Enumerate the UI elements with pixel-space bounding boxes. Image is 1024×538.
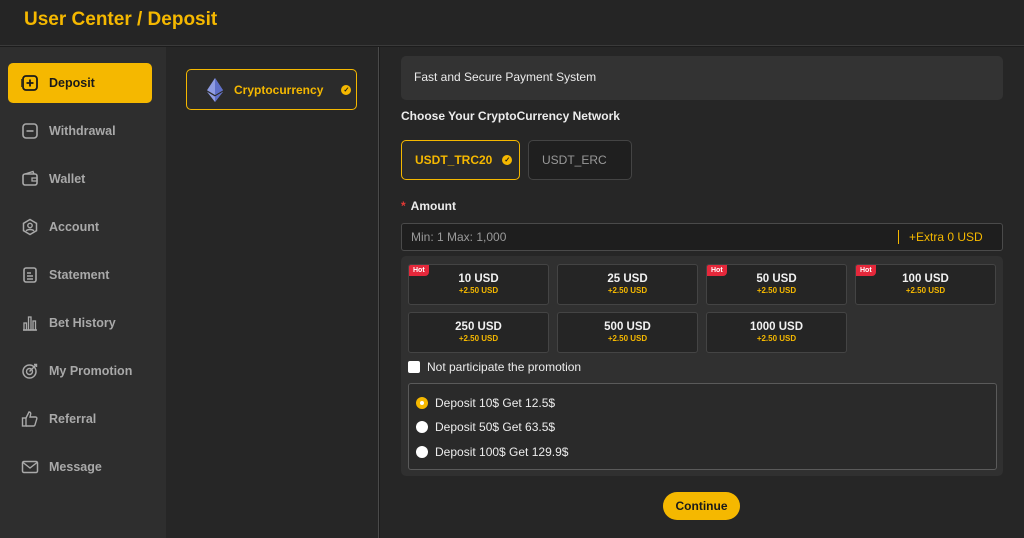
plus-square-icon	[21, 74, 39, 92]
network-label: USDT_TRC20	[415, 153, 493, 167]
radio-selected[interactable]	[416, 397, 428, 409]
required-asterisk: *	[401, 199, 406, 213]
amount-option-25[interactable]: 25 USD +2.50 USD	[557, 264, 698, 305]
not-participate-checkbox[interactable]	[408, 361, 420, 373]
statement-icon	[21, 266, 39, 284]
method-cryptocurrency-button[interactable]: Cryptocurrency ✓	[186, 69, 357, 110]
sidebar-item-label: Account	[49, 220, 99, 234]
sidebar-item-label: Statement	[49, 268, 110, 282]
sidebar-item-wallet[interactable]: Wallet	[8, 159, 152, 199]
amount-value: 100 USD	[902, 273, 949, 285]
network-label: USDT_ERC	[542, 153, 607, 167]
divider	[898, 230, 899, 244]
deposit-form: Fast and Secure Payment System Choose Yo…	[380, 47, 1024, 538]
amount-bonus: +2.50 USD	[607, 334, 648, 343]
hot-badge: Hot	[409, 265, 429, 276]
sidebar-item-withdrawal[interactable]: Withdrawal	[8, 111, 152, 151]
amount-value: 1000 USD	[749, 321, 804, 333]
amount-option-50[interactable]: Hot 50 USD +2.50 USD	[706, 264, 847, 305]
amount-value: 250 USD	[455, 321, 502, 333]
sidebar-item-account[interactable]: Account	[8, 207, 152, 247]
amount-label-text: Amount	[410, 199, 456, 213]
amount-bonus: +2.50 USD	[607, 286, 648, 295]
amount-option-100[interactable]: Hot 100 USD +2.50 USD	[855, 264, 996, 305]
promotion-label: Deposit 50$ Get 63.5$	[435, 420, 556, 434]
continue-button[interactable]: Continue	[663, 492, 740, 520]
minus-square-icon	[21, 122, 39, 140]
check-icon: ✓	[502, 155, 513, 165]
sidebar-item-referral[interactable]: Referral	[8, 399, 152, 439]
amount-value: 25 USD	[607, 273, 648, 285]
radio[interactable]	[416, 421, 428, 433]
network-usdt-erc-button[interactable]: USDT_ERC	[528, 140, 632, 180]
amount-options-panel: Hot 10 USD +2.50 USD 25 USD +2.50 USD Ho…	[401, 256, 1003, 476]
amount-bonus: +2.50 USD	[905, 286, 946, 295]
promotion-label: Deposit 100$ Get 129.9$	[435, 445, 569, 459]
sidebar-item-statement[interactable]: Statement	[8, 255, 152, 295]
payment-method-panel: Cryptocurrency ✓	[166, 47, 379, 538]
page-title: User Center / Deposit	[24, 9, 218, 30]
not-participate-label: Not participate the promotion	[427, 360, 582, 374]
promotion-options-box: Deposit 10$ Get 12.5$ Deposit 50$ Get 63…	[408, 383, 997, 470]
info-banner: Fast and Secure Payment System	[401, 56, 1003, 100]
wallet-icon	[21, 170, 39, 188]
amount-option-500[interactable]: 500 USD +2.50 USD	[557, 312, 698, 353]
amount-label: * Amount	[401, 199, 456, 213]
sidebar-item-label: Wallet	[49, 172, 86, 186]
amount-option-250[interactable]: 250 USD +2.50 USD	[408, 312, 549, 353]
extra-bonus-text: +Extra 0 USD	[909, 230, 983, 244]
promotion-option-100[interactable]: Deposit 100$ Get 129.9$	[416, 445, 568, 459]
radio[interactable]	[416, 446, 428, 458]
sidebar-item-label: Bet History	[49, 316, 116, 330]
hot-badge: Hot	[856, 265, 876, 276]
header-bar: User Center / Deposit	[0, 0, 1024, 46]
envelope-icon	[21, 458, 39, 476]
sidebar-item-label: Deposit	[49, 76, 95, 90]
sidebar-item-label: My Promotion	[49, 364, 133, 378]
amount-input[interactable]	[402, 224, 882, 250]
sidebar-item-message[interactable]: Message	[8, 447, 152, 487]
check-icon: ✓	[341, 84, 352, 95]
amount-value: 500 USD	[604, 321, 651, 333]
promotion-option-50[interactable]: Deposit 50$ Get 63.5$	[416, 420, 555, 434]
account-icon	[21, 218, 39, 236]
amount-bonus: +2.50 USD	[756, 286, 797, 295]
promotion-label: Deposit 10$ Get 12.5$	[435, 396, 556, 410]
sidebar-item-my-promotion[interactable]: My Promotion	[8, 351, 152, 391]
amount-option-1000[interactable]: 1000 USD +2.50 USD	[706, 312, 847, 353]
method-label: Cryptocurrency	[234, 82, 324, 97]
sidebar-item-label: Message	[49, 460, 102, 474]
sidebar-item-label: Withdrawal	[49, 124, 116, 138]
amount-bonus: +2.50 USD	[756, 334, 797, 343]
sidebar-item-label: Referral	[49, 412, 97, 426]
sidebar-item-bet-history[interactable]: Bet History	[8, 303, 152, 343]
thumbs-up-icon	[21, 410, 39, 428]
hot-badge: Hot	[707, 265, 727, 276]
amount-bonus: +2.50 USD	[458, 334, 499, 343]
amount-value: 10 USD	[458, 273, 499, 285]
amount-value: 50 USD	[756, 273, 797, 285]
network-title: Choose Your CryptoCurrency Network	[401, 109, 620, 123]
bar-chart-icon	[21, 314, 39, 332]
ethereum-icon	[205, 77, 225, 102]
promotion-option-10[interactable]: Deposit 10$ Get 12.5$	[416, 396, 555, 410]
target-icon	[21, 362, 39, 380]
amount-option-10[interactable]: Hot 10 USD +2.50 USD	[408, 264, 549, 305]
sidebar: Deposit Withdrawal Wallet Account Statem…	[0, 47, 166, 538]
network-usdt-trc20-button[interactable]: USDT_TRC20 ✓	[401, 140, 520, 180]
sidebar-item-deposit[interactable]: Deposit	[8, 63, 152, 103]
amount-field: +Extra 0 USD	[401, 223, 1003, 251]
not-participate-checkbox-row[interactable]: Not participate the promotion	[408, 360, 581, 374]
amount-bonus: +2.50 USD	[458, 286, 499, 295]
